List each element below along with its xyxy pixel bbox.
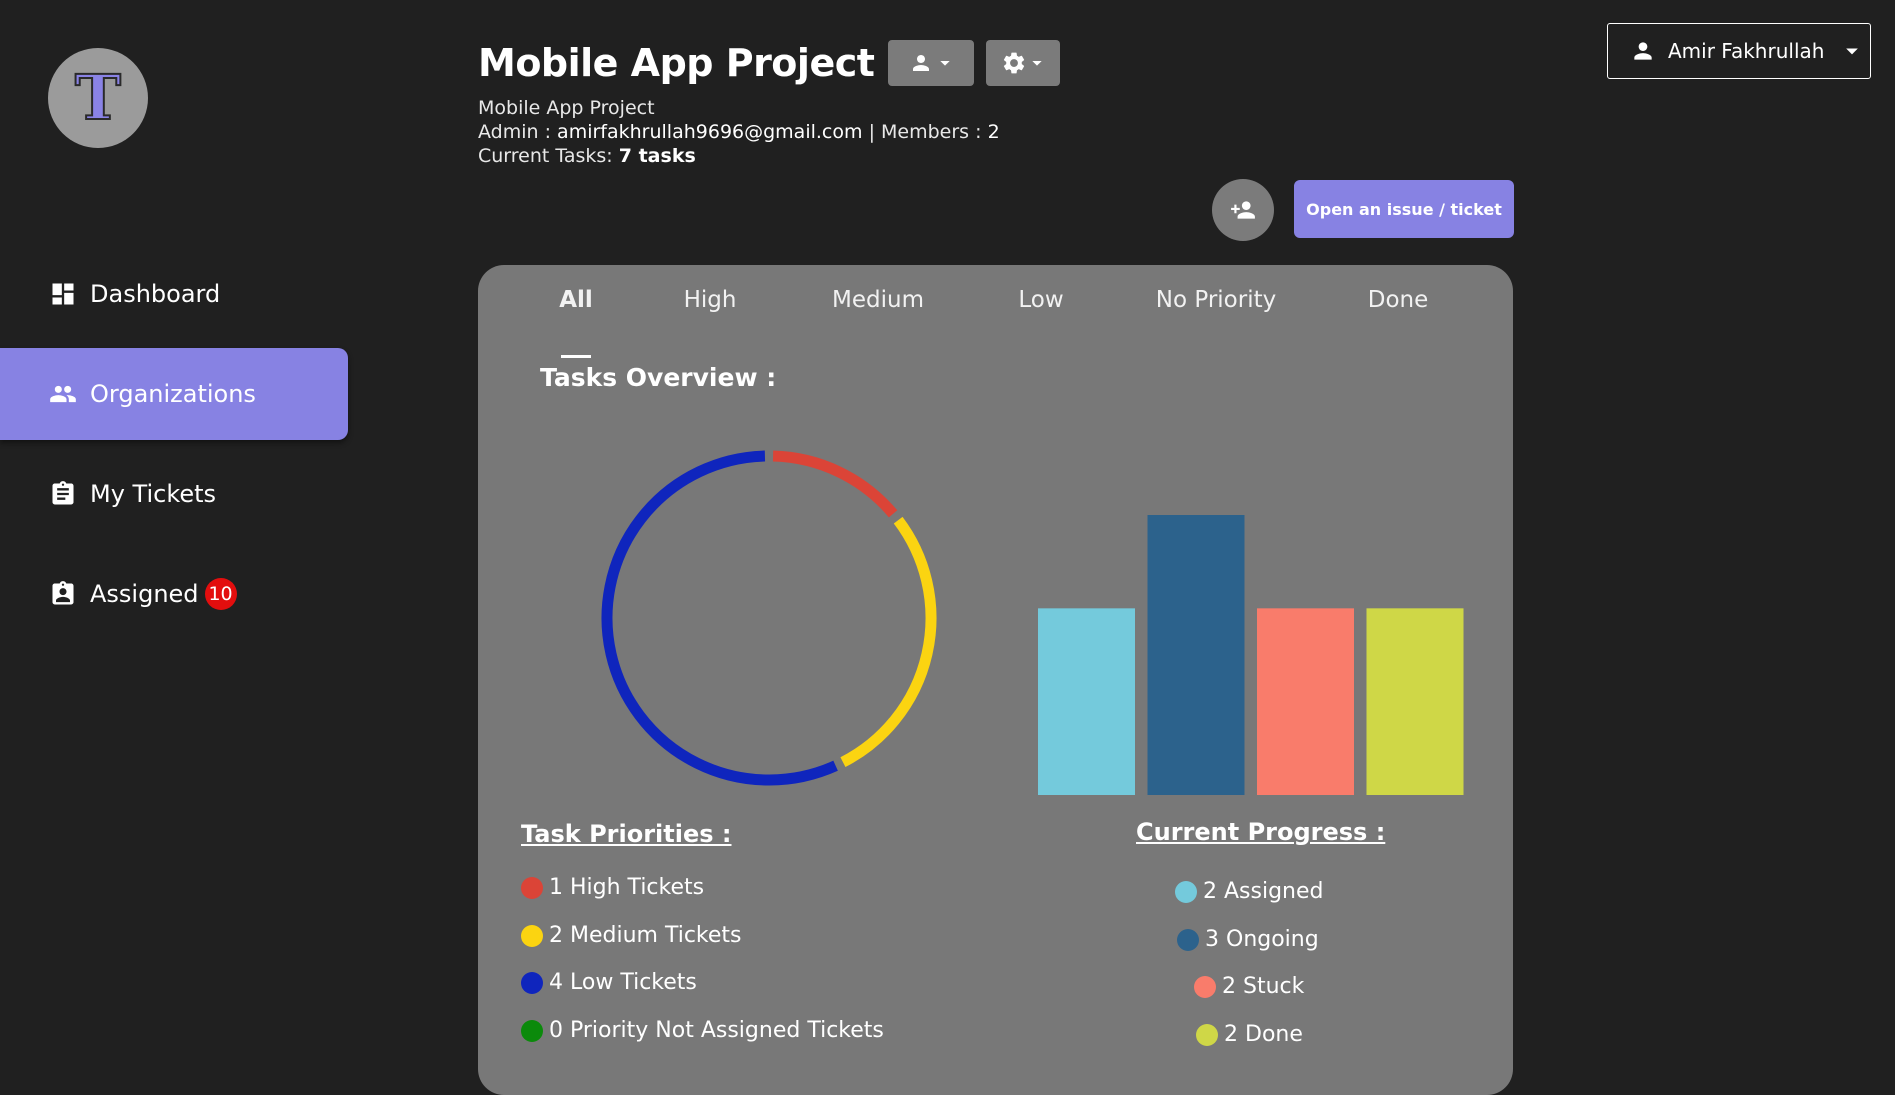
sidebar-item-label: Assigned xyxy=(90,580,199,608)
assigned-icon xyxy=(48,579,78,609)
bar-done xyxy=(1366,608,1464,795)
legend-dot xyxy=(521,876,543,899)
legend-dot xyxy=(1175,880,1197,903)
active-tab-indicator xyxy=(561,355,591,358)
assigned-count-badge: 10 xyxy=(204,578,237,610)
clipboard-icon xyxy=(48,479,78,509)
person-add-icon xyxy=(1231,201,1255,219)
project-admin-line: Admin : amirfakhrullah9696@gmail.com | M… xyxy=(478,120,1072,144)
legend-dot xyxy=(521,971,543,994)
legend-label: Priority Not Assigned Tickets xyxy=(570,1018,884,1043)
person-icon xyxy=(913,55,930,71)
priority-donut-chart xyxy=(601,450,937,786)
account-menu-button[interactable]: Amir Fakhrullah xyxy=(1607,23,1871,79)
gear-icon xyxy=(1004,52,1025,74)
legend-label: High Tickets xyxy=(570,875,705,900)
legend-count: 2 xyxy=(549,923,563,948)
legend-item-done: 2 Done xyxy=(1196,1022,1303,1047)
legend-label: Assigned xyxy=(1224,879,1324,904)
legend-label: Done xyxy=(1245,1022,1303,1047)
legend-item-ongoing: 3 Ongoing xyxy=(1177,927,1319,952)
sidebar-item-assigned[interactable]: Assigned 10 xyxy=(0,548,348,640)
members-count: 2 xyxy=(987,121,1000,143)
tasks-panel: All High Medium Low No Priority Done Tas… xyxy=(478,265,1513,1095)
members-label: Members : xyxy=(881,121,982,143)
legend-item-stuck: 2 Stuck xyxy=(1194,974,1304,999)
legend-label: Stuck xyxy=(1243,974,1305,999)
sidebar: T Dashboard Organizations My Tickets Ass… xyxy=(0,0,360,1075)
admin-label: Admin : xyxy=(478,121,551,143)
legend-label: Low Tickets xyxy=(570,970,697,995)
project-header: Mobile App Project Mobile App Project Ad… xyxy=(478,40,1072,168)
legend-item-assigned: 2 Assigned xyxy=(1175,879,1324,904)
members-menu-button[interactable] xyxy=(888,40,975,86)
open-issue-button[interactable]: Open an issue / ticket xyxy=(1294,180,1514,238)
current-progress-title: Current Progress : xyxy=(1136,818,1386,846)
legend-dot xyxy=(1177,928,1199,951)
tab-all[interactable]: All xyxy=(559,287,593,313)
person-icon xyxy=(1634,42,1652,60)
sidebar-item-label: My Tickets xyxy=(90,480,217,508)
separator: | xyxy=(868,121,875,143)
donut-slice-low xyxy=(601,450,838,786)
donut-slice-high xyxy=(772,450,898,518)
settings-menu-button[interactable] xyxy=(986,40,1061,86)
add-member-button[interactable] xyxy=(1212,179,1274,241)
project-subtitle: Mobile App Project xyxy=(478,97,655,119)
logo-letter: T xyxy=(74,61,122,134)
task-priorities-title: Task Priorities : xyxy=(521,820,732,848)
legend-count: 1 xyxy=(549,875,563,900)
tab-done[interactable]: Done xyxy=(1368,287,1429,313)
dashboard-icon xyxy=(48,279,78,309)
bar-assigned xyxy=(1038,608,1135,795)
priority-tabs: All High Medium Low No Priority Done xyxy=(478,287,1513,358)
sidebar-item-dashboard[interactable]: Dashboard xyxy=(0,248,348,340)
tasks-value: 7 tasks xyxy=(618,145,696,167)
legend-dot xyxy=(521,1019,543,1042)
tasks-overview-title: Tasks Overview : xyxy=(540,363,777,392)
legend-count: 4 xyxy=(549,970,563,995)
admin-email: amirfakhrullah9696@gmail.com xyxy=(557,121,863,143)
donut-slice-medium xyxy=(840,516,937,768)
current-tasks-line: Current Tasks: 7 tasks xyxy=(478,144,1072,168)
legend-item-medium: 2 Medium Tickets xyxy=(521,923,742,948)
legend-label: Ongoing xyxy=(1226,927,1319,952)
tab-no-priority[interactable]: No Priority xyxy=(1156,287,1276,313)
page-title: Mobile App Project xyxy=(478,41,875,85)
bar-ongoing xyxy=(1147,515,1245,795)
legend-label: Medium Tickets xyxy=(570,923,742,948)
sidebar-item-label: Dashboard xyxy=(90,280,221,308)
legend-count: 2 xyxy=(1203,879,1217,904)
legend-item-high: 1 High Tickets xyxy=(521,875,704,900)
people-icon xyxy=(48,379,78,409)
legend-item-low: 4 Low Tickets xyxy=(521,970,697,995)
legend-count: 3 xyxy=(1205,927,1219,952)
bar-stuck xyxy=(1257,608,1354,795)
caret-down-icon xyxy=(1032,61,1043,66)
sidebar-item-my-tickets[interactable]: My Tickets xyxy=(0,448,348,540)
legend-dot xyxy=(1194,975,1216,998)
tab-medium[interactable]: Medium xyxy=(832,287,924,313)
tab-high[interactable]: High xyxy=(684,287,737,313)
org-logo: T xyxy=(48,48,148,148)
legend-dot xyxy=(521,924,543,947)
caret-down-icon xyxy=(940,61,951,66)
sidebar-item-organizations[interactable]: Organizations xyxy=(0,348,348,440)
legend-count: 2 xyxy=(1222,974,1236,999)
progress-bar-chart xyxy=(1038,515,1464,795)
legend-item-no-priority: 0 Priority Not Assigned Tickets xyxy=(521,1018,884,1043)
account-name: Amir Fakhrullah xyxy=(1668,39,1825,63)
caret-down-icon xyxy=(1846,48,1859,55)
tab-low[interactable]: Low xyxy=(1018,287,1063,313)
tasks-label: Current Tasks: xyxy=(478,145,613,167)
legend-count: 2 xyxy=(1224,1022,1238,1047)
legend-dot xyxy=(1196,1023,1218,1046)
sidebar-item-label: Organizations xyxy=(90,380,256,408)
legend-count: 0 xyxy=(549,1018,563,1043)
